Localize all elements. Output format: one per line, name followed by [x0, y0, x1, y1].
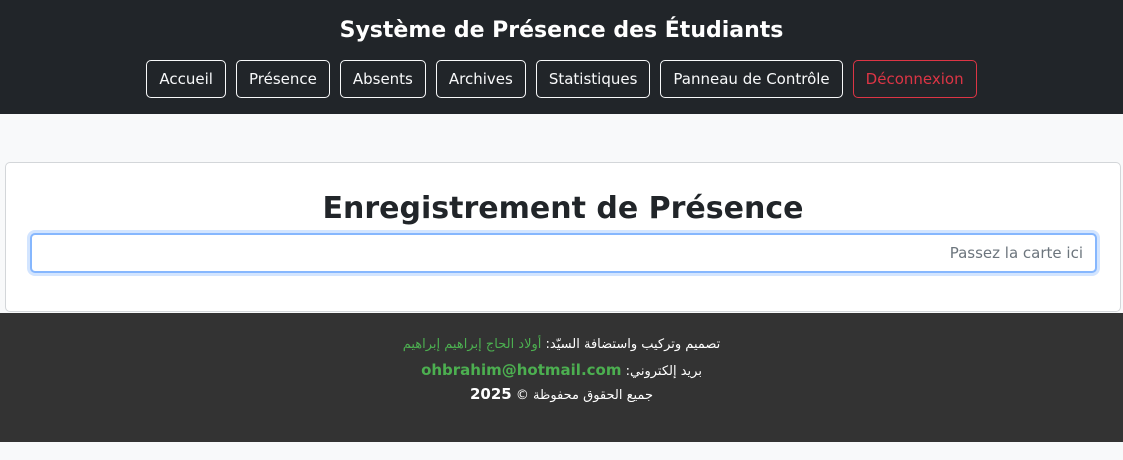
footer-contact: بريد إلكتروني: ohbrahim@hotmail.com: [0, 361, 1123, 379]
footer-credits: تصميم وتركيب واستضافة السيّد: أولاد الحا…: [0, 337, 1123, 352]
logout-button[interactable]: Déconnexion: [852, 60, 977, 98]
main-nav: Accueil Présence Absents Archives Statis…: [0, 60, 1123, 98]
nav-home-button[interactable]: Accueil: [146, 60, 226, 98]
page-heading: Enregistrement de Présence: [322, 191, 804, 226]
footer-year: 2025: [470, 385, 512, 403]
footer-email-link[interactable]: ohbrahim@hotmail.com: [421, 361, 621, 379]
nav-attendance-button[interactable]: Présence: [235, 60, 330, 98]
site-title: Système de Présence des Étudiants: [339, 18, 784, 43]
nav-archives-button[interactable]: Archives: [435, 60, 526, 98]
nav-statistics-button[interactable]: Statistiques: [535, 60, 651, 98]
footer-design-label: تصميم وتركيب واستضافة السيّد:: [545, 337, 721, 352]
nav-control-panel-button[interactable]: Panneau de Contrôle: [660, 60, 843, 98]
nav-absents-button[interactable]: Absents: [339, 60, 426, 98]
card-scan-input[interactable]: [30, 233, 1097, 273]
footer: تصميم وتركيب واستضافة السيّد: أولاد الحا…: [0, 313, 1123, 442]
top-navbar: Système de Présence des Étudiants Accuei…: [0, 0, 1123, 114]
attendance-card: Enregistrement de Présence: [5, 162, 1121, 312]
footer-designer-name: أولاد الحاج إبراهيم إبراهيم: [402, 337, 542, 352]
footer-copyright: جميع الحقوق محفوظة © 2025: [0, 385, 1123, 403]
footer-rights-label: جميع الحقوق محفوظة ©: [515, 388, 653, 403]
footer-email-label: بريد إلكتروني:: [625, 364, 702, 379]
